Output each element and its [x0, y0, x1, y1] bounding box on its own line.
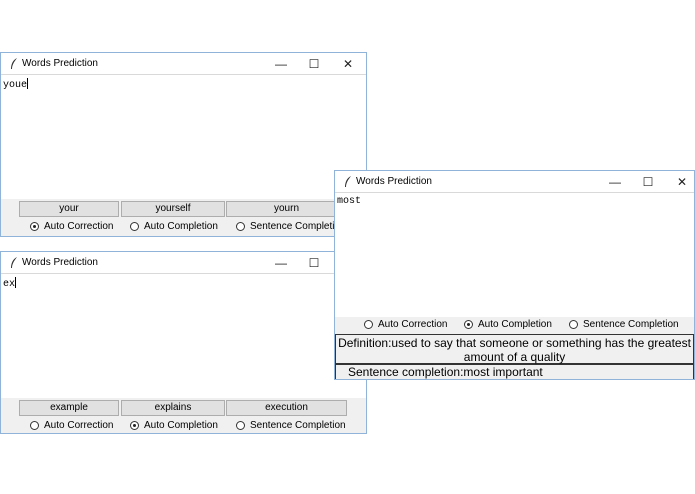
suggestion-button-3[interactable]: execution	[226, 400, 347, 416]
radio-auto-correction[interactable]: Auto Correction	[30, 420, 113, 431]
suggestion-button-2[interactable]: yourself	[121, 201, 225, 217]
radio-indicator[interactable]	[569, 320, 578, 329]
text-input-area[interactable]: youe	[1, 75, 366, 199]
feather-icon	[345, 176, 351, 187]
minimize-icon[interactable]: —	[266, 53, 296, 74]
radio-label: Sentence Completion	[250, 420, 346, 431]
radio-auto-correction[interactable]: Auto Correction	[364, 319, 447, 330]
radio-auto-completion[interactable]: Auto Completion	[464, 319, 552, 330]
suggestion-button-3[interactable]: yourn	[226, 201, 347, 217]
radio-auto-correction[interactable]: Auto Correction	[30, 221, 113, 232]
text-caret	[15, 277, 17, 288]
suggestion-button-1[interactable]: your	[19, 201, 119, 217]
suggestion-button-2[interactable]: explains	[121, 400, 225, 416]
window-definition: Words Prediction — ☐ ✕ most Auto Correct…	[334, 170, 695, 380]
typed-text: most	[337, 196, 362, 207]
radio-label: Auto Correction	[44, 221, 114, 232]
maximize-icon[interactable]: ☐	[299, 252, 329, 273]
minimize-icon[interactable]: —	[600, 171, 630, 192]
radio-auto-completion[interactable]: Auto Completion	[130, 221, 218, 232]
window-title: Words Prediction	[22, 58, 98, 69]
window-auto-correction: Words Prediction — ☐ ✕ youe your yoursel…	[0, 52, 367, 237]
suggestion-bar: your yourself yourn	[1, 199, 366, 219]
radio-indicator[interactable]	[130, 421, 139, 430]
radio-sentence-completion[interactable]: Sentence Completion	[569, 319, 679, 330]
text-input-area[interactable]: ex	[1, 274, 366, 398]
title-bar[interactable]: Words Prediction — ☐ ✕	[335, 171, 694, 193]
window-title: Words Prediction	[356, 176, 432, 187]
maximize-icon[interactable]: ☐	[633, 171, 663, 192]
close-icon[interactable]: ✕	[667, 171, 694, 192]
window-title: Words Prediction	[22, 257, 98, 268]
mode-radio-group: Auto Correction Auto Completion Sentence…	[1, 219, 366, 236]
text-caret	[27, 78, 29, 89]
suggestion-bar: example explains execution	[1, 398, 366, 418]
title-bar[interactable]: Words Prediction — ☐	[1, 252, 366, 274]
radio-indicator[interactable]	[236, 421, 245, 430]
mode-radio-group: Auto Correction Auto Completion Sentence…	[335, 317, 694, 334]
maximize-icon[interactable]: ☐	[299, 53, 329, 74]
close-icon[interactable]: ✕	[333, 53, 363, 74]
feather-icon	[11, 58, 17, 69]
radio-indicator[interactable]	[30, 421, 39, 430]
title-bar[interactable]: Words Prediction — ☐ ✕	[1, 53, 366, 75]
suggestion-button-1[interactable]: example	[19, 400, 119, 416]
text-input-area[interactable]: most	[335, 193, 694, 317]
radio-indicator[interactable]	[236, 222, 245, 231]
definition-label: Definition:used to say that someone or s…	[335, 334, 694, 364]
radio-label: Auto Correction	[44, 420, 114, 431]
mode-radio-group: Auto Correction Auto Completion Sentence…	[1, 418, 366, 433]
radio-indicator[interactable]	[364, 320, 373, 329]
radio-label: Auto Correction	[378, 319, 448, 330]
window-auto-completion: Words Prediction — ☐ ex example explains…	[0, 251, 367, 434]
radio-sentence-completion[interactable]: Sentence Completion	[236, 221, 346, 232]
radio-sentence-completion[interactable]: Sentence Completion	[236, 420, 346, 431]
feather-icon	[11, 257, 17, 268]
radio-label: Auto Completion	[144, 221, 218, 232]
radio-label: Auto Completion	[144, 420, 218, 431]
radio-indicator[interactable]	[30, 222, 39, 231]
typed-text: ex	[3, 279, 16, 290]
radio-indicator[interactable]	[464, 320, 473, 329]
radio-label: Sentence Completion	[250, 221, 346, 232]
radio-indicator[interactable]	[130, 222, 139, 231]
radio-label: Sentence Completion	[583, 319, 679, 330]
sentence-completion-label: Sentence completion:most important	[335, 364, 694, 379]
radio-label: Auto Completion	[478, 319, 552, 330]
minimize-icon[interactable]: —	[266, 252, 296, 273]
typed-text: youe	[3, 80, 28, 91]
radio-auto-completion[interactable]: Auto Completion	[130, 420, 218, 431]
